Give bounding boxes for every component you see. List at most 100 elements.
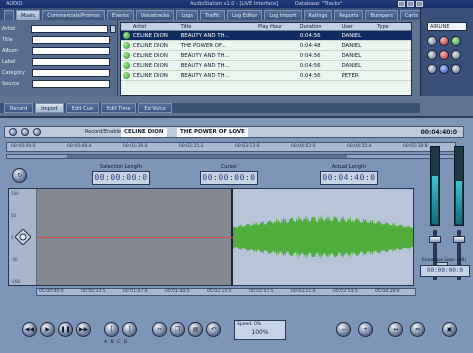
library-tab[interactable]: Traffic [200, 10, 226, 20]
pause-icon[interactable]: ❚❚ [58, 322, 73, 337]
cell-artist: CELINE DION [132, 73, 168, 79]
editor-tab[interactable]: Import [35, 103, 64, 113]
waveform-view[interactable]: 100 50 0 -50 -100 [8, 188, 414, 286]
zoom-selection-icon[interactable]: ⇔ [410, 322, 425, 337]
col-header-user[interactable]: User [342, 23, 378, 30]
table-row[interactable]: CELINE DION BEAUTY AND TH... 0:04:56 DANIEL [121, 61, 411, 71]
editor-tabs: Record Import Edit Cue Edit Time Ed Voice [0, 103, 420, 113]
editor-tab[interactable]: Record [4, 103, 34, 113]
filter-input[interactable] [32, 46, 110, 55]
right-control-panel: AIRLINE [420, 8, 473, 96]
filter-label: Album [2, 47, 19, 54]
mark-out-icon[interactable]: ] [122, 322, 137, 337]
col-header-type[interactable]: Type [377, 23, 411, 30]
gain-label: Envelope Gain (dB) [421, 258, 467, 263]
round-button-icon[interactable] [427, 64, 437, 74]
results-table: Artist Title Play Hour Duration User Typ… [120, 22, 412, 96]
editor-tab[interactable]: Edit Time [100, 103, 137, 113]
stop-button-icon[interactable] [21, 128, 29, 136]
forward-icon[interactable]: ▶▶ [76, 322, 91, 337]
loop-icon[interactable]: ↻ [12, 168, 27, 183]
filter-row: Album [2, 46, 116, 55]
library-tab[interactable]: Log Editor [227, 10, 263, 20]
filter-dropdown-button[interactable] [110, 24, 116, 33]
col-header-artist[interactable]: Artist [133, 23, 181, 30]
table-row[interactable]: CELINE DION BEAUTY AND TH... 0:04:56 DANIEL [121, 51, 411, 61]
col-header-duration[interactable]: Duration [300, 23, 342, 30]
rewind-icon[interactable]: ◀◀ [22, 322, 37, 337]
round-button-icon[interactable] [451, 64, 461, 74]
filter-input[interactable] [32, 79, 110, 88]
undo-icon[interactable]: ↶ [206, 322, 221, 337]
round-button-icon[interactable] [439, 36, 449, 46]
scale-label: -100 [11, 279, 21, 284]
cut-icon[interactable]: ✂ [152, 322, 167, 337]
library-tab[interactable] [4, 10, 14, 20]
filter-input[interactable] [32, 57, 110, 66]
library-tab[interactable]: Log Import [264, 10, 302, 20]
mark-in-icon[interactable]: [ [104, 322, 119, 337]
left-level-meter [430, 146, 440, 226]
library-tab[interactable]: Bumpers [365, 10, 398, 20]
library-tab[interactable]: Reports [334, 10, 364, 20]
round-button-icon[interactable] [451, 36, 461, 46]
pan-knob-icon[interactable] [15, 229, 31, 245]
editor-tab[interactable]: Ed Voice [138, 103, 172, 113]
round-button-icon[interactable] [427, 50, 437, 60]
filter-row: Category [2, 68, 116, 77]
right-fader-handle[interactable] [453, 236, 465, 243]
round-button-icon[interactable] [439, 50, 449, 60]
zoom-fit-icon[interactable]: ↔ [388, 322, 403, 337]
lcd-value: 00:00:00:0 [92, 171, 150, 185]
actual-length-display: Actual Length 00:04:40:0 [320, 164, 378, 185]
overview-timeline[interactable]: 00:00:00:0 00:00:48:4 00:01:36:8 00:02:25:2… [6, 142, 456, 152]
close-button[interactable] [416, 1, 423, 7]
table-row[interactable]: CELINE DION THE POWER OF... 0:04:48 DANIEL [121, 41, 411, 51]
table-row[interactable]: CELINE DION BEAUTY AND TH... 0:04:56 PETER [121, 71, 411, 81]
record-button-icon[interactable] [9, 128, 17, 136]
maximize-button[interactable] [407, 1, 414, 7]
zoom-in-icon[interactable]: + [358, 322, 373, 337]
save-icon[interactable]: ▣ [442, 322, 457, 337]
filter-label: Artist [2, 25, 16, 32]
lcd-value: 00:00:00:0 [200, 171, 258, 185]
round-button-icon[interactable] [451, 50, 461, 60]
timeline-tick: 00:04:28:0 [375, 289, 400, 294]
scroll-thumb[interactable] [67, 155, 347, 158]
col-header-title[interactable]: Title [181, 23, 258, 30]
filter-row: Source [2, 79, 116, 88]
filter-input[interactable] [31, 24, 109, 33]
library-tab[interactable]: Music [16, 10, 41, 20]
filter-input[interactable] [32, 68, 110, 77]
detail-timeline[interactable]: 00:00:00:0 00:00:33:5 00:01:07:0 00:01:40:5… [36, 288, 416, 296]
filter-input[interactable] [32, 35, 110, 44]
editor-tab[interactable]: Edit Cue [65, 103, 99, 113]
round-button-icon[interactable] [427, 36, 437, 46]
refresh-button-icon[interactable] [33, 128, 41, 136]
play-icon[interactable]: ▶ [40, 322, 55, 337]
speed-label: Speed: 0% [237, 322, 262, 327]
cell-duration: 0:04:56 [299, 63, 321, 69]
col-header-hour[interactable]: Play Hour [258, 23, 300, 30]
speed-control[interactable]: Speed: 0% 100% [234, 320, 286, 340]
timeline-scrollbar[interactable] [6, 154, 456, 159]
filter-label: Source [2, 80, 20, 87]
library-tab[interactable]: Logs [176, 10, 199, 20]
filter-panel: Artist Title Album Label Category Source [0, 20, 118, 96]
table-row[interactable]: CELINE DION BEAUTY AND TH... 0:04:56 DANIEL [121, 31, 411, 41]
round-button-icon[interactable] [439, 64, 449, 74]
left-fader-handle[interactable] [429, 236, 441, 243]
library-tab[interactable]: Ratings [303, 10, 333, 20]
paste-icon[interactable]: ▤ [188, 322, 203, 337]
library-tab[interactable]: Commercials/Promos [42, 10, 105, 20]
zoom-out-icon[interactable]: − [336, 322, 351, 337]
lcd-label: Actual Length [331, 164, 367, 170]
copy-icon[interactable]: ❐ [170, 322, 185, 337]
library-tab[interactable]: Voicetracks [135, 10, 175, 20]
cell-title: BEAUTY AND TH... [180, 63, 230, 69]
cd-icon [121, 71, 133, 80]
minimize-button[interactable] [398, 1, 405, 7]
cd-icon [121, 31, 133, 40]
timeline-tick: 00:03:21:0 [291, 289, 316, 294]
library-tab[interactable]: Events [106, 10, 134, 20]
